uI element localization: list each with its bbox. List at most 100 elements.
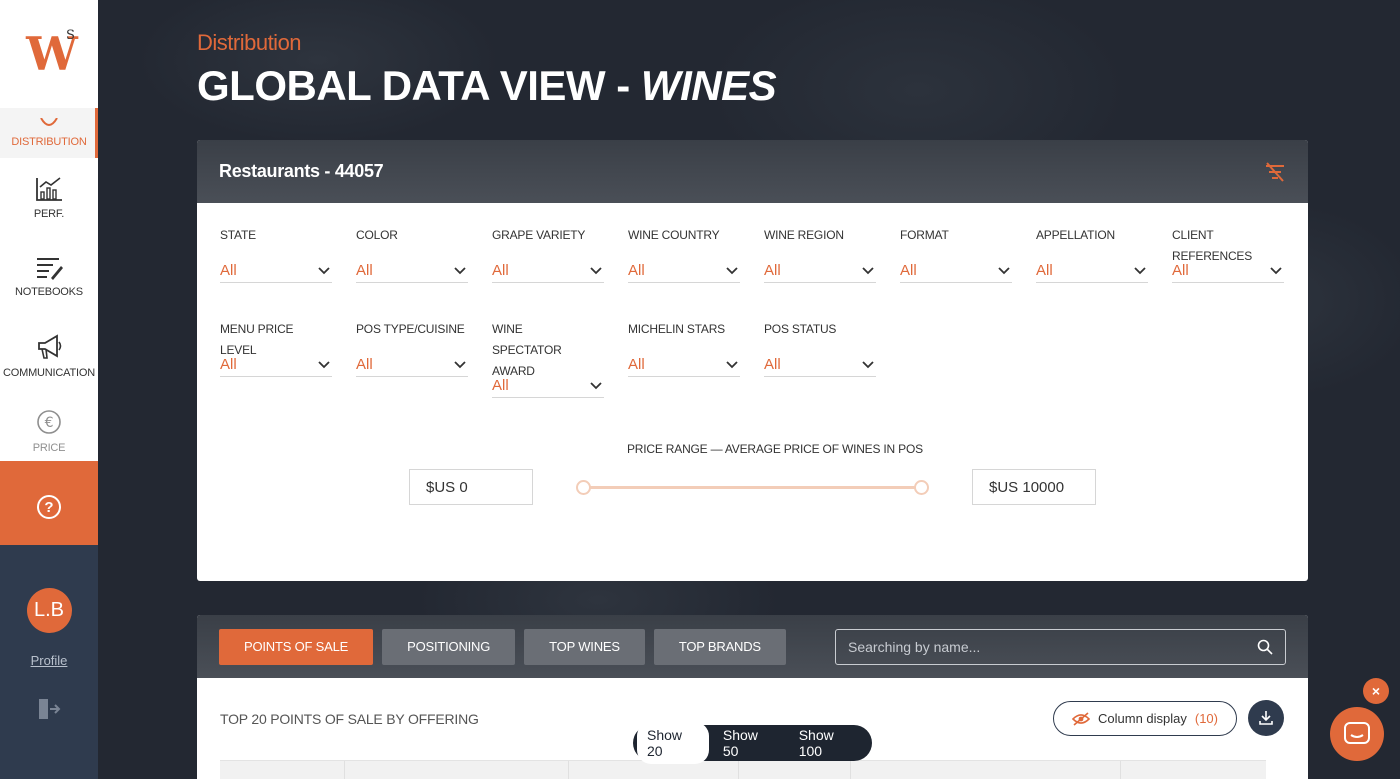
filter-value: All (220, 356, 237, 373)
tab-top-brands[interactable]: TOP BRANDS (653, 628, 786, 665)
filter-pos-type-cuisine: POS TYPE/CUISINE All (356, 319, 468, 377)
show-50-option[interactable]: Show 50 (713, 722, 785, 764)
price-slider-max-handle[interactable] (914, 480, 929, 495)
filter-label: STATE (220, 228, 256, 242)
filter-select[interactable]: All (356, 353, 468, 377)
chevron-down-icon (318, 266, 330, 274)
filter-color: COLOR All (356, 225, 468, 283)
price-range-label: PRICE RANGE — AVERAGE PRICE OF WINES IN … (627, 442, 923, 456)
filter-wine-country: WINE COUNTRY All (628, 225, 740, 283)
filter-select[interactable]: All (628, 353, 740, 377)
download-icon (1259, 711, 1273, 725)
logo-letter: W (26, 27, 78, 81)
sidebar-item-label: PRICE (32, 442, 66, 454)
search-box (835, 629, 1286, 665)
page-title-emphasis: WINES (640, 62, 777, 109)
filter-value: All (492, 377, 509, 394)
show-20-option[interactable]: Show 20 (637, 722, 709, 764)
filter-value: All (900, 262, 917, 279)
page-title: GLOBAL DATA VIEW - WINES (197, 62, 777, 110)
table-column-divider (568, 761, 569, 779)
price-max-input[interactable]: $US 10000 (972, 469, 1096, 505)
filter-michelin-stars: MICHELIN STARS All (628, 319, 740, 377)
column-display-count: (10) (1194, 711, 1218, 726)
filter-select[interactable]: All (900, 259, 1012, 283)
filter-label: WINE REGION (764, 228, 844, 242)
chat-close-button[interactable]: × (1363, 678, 1389, 704)
filter-label: WINE COUNTRY (628, 228, 720, 242)
sidebar-item-notebooks[interactable]: NOTEBOOKS (0, 237, 98, 316)
help-button[interactable]: ? (0, 461, 98, 553)
filter-value: All (764, 356, 781, 373)
sidebar-item-label: PERF. (33, 207, 65, 220)
price-slider-min-handle[interactable] (576, 480, 591, 495)
brand-logo[interactable]: W S (0, 0, 98, 108)
tab-points-of-sale[interactable]: POINTS OF SALE (219, 628, 374, 665)
table-column-divider (344, 761, 345, 779)
profile-link[interactable]: Profile (31, 653, 68, 668)
filter-client-references: CLIENT REFERENCES All (1172, 225, 1284, 283)
chevron-down-icon (318, 360, 330, 368)
logo-superscript: S (66, 28, 75, 43)
chevron-down-icon (726, 266, 738, 274)
filter-label: MICHELIN STARS (628, 322, 725, 336)
results-tabs-bar: POINTS OF SALE POSITIONING TOP WINES TOP… (197, 615, 1308, 678)
column-display-label: Column display (1098, 711, 1187, 726)
logout-icon[interactable] (37, 698, 61, 720)
tab-top-wines[interactable]: TOP WINES (524, 628, 645, 665)
filter-label: COLOR (356, 228, 398, 242)
sidebar-item-perf[interactable]: PERF. (0, 158, 98, 237)
chevron-down-icon (1270, 266, 1282, 274)
filter-select[interactable]: All (492, 374, 604, 398)
tab-positioning[interactable]: POSITIONING (382, 628, 516, 665)
eye-off-icon (1072, 711, 1090, 726)
clear-filter-icon[interactable] (1264, 161, 1286, 182)
chevron-down-icon (454, 266, 466, 274)
filter-value: All (764, 262, 781, 279)
price-slider-track[interactable] (583, 486, 921, 489)
filter-select[interactable]: All (220, 259, 332, 283)
download-button[interactable] (1248, 700, 1284, 736)
sidebar-item-distribution[interactable]: DISTRIBUTION (0, 108, 98, 158)
filter-select[interactable]: All (220, 353, 332, 377)
filter-value: All (220, 262, 237, 279)
chevron-down-icon (726, 360, 738, 368)
chevron-down-icon (862, 266, 874, 274)
filter-appellation: APPELLATION All (1036, 225, 1148, 283)
sidebar-item-label: DISTRIBUTION (11, 136, 87, 148)
filter-select[interactable]: All (764, 259, 876, 283)
chevron-down-icon (1134, 266, 1146, 274)
filter-label: POS STATUS (764, 322, 837, 336)
chevron-down-icon (862, 360, 874, 368)
show-100-option[interactable]: Show 100 (789, 722, 868, 764)
search-icon[interactable] (1257, 639, 1273, 655)
chevron-down-icon (998, 266, 1010, 274)
filter-select[interactable]: All (492, 259, 604, 283)
filter-value: All (628, 356, 645, 373)
filter-pos-status: POS STATUS All (764, 319, 876, 377)
chat-launcher-button[interactable] (1330, 707, 1384, 761)
column-display-button[interactable]: Column display (10) (1053, 701, 1237, 736)
notebook-icon (37, 257, 63, 280)
filter-grape-variety: GRAPE VARIETY All (492, 225, 604, 283)
avatar[interactable]: L.B (26, 588, 72, 633)
filter-select[interactable]: All (356, 259, 468, 283)
chevron-down-icon (590, 266, 602, 274)
filter-state: STATE All (220, 225, 332, 283)
sidebar-item-price[interactable]: € PRICE (0, 395, 98, 467)
filter-select[interactable]: All (1036, 259, 1148, 283)
page-size-toggle: Show 20 Show 50 Show 100 (633, 722, 872, 764)
filter-select[interactable]: All (628, 259, 740, 283)
filter-menu-price-level: MENU PRICE LEVEL All (220, 319, 332, 377)
table-column-divider (1120, 761, 1121, 779)
chevron-down-icon (590, 381, 602, 389)
price-min-input[interactable]: $US 0 (409, 469, 533, 505)
filter-select[interactable]: All (1172, 259, 1284, 283)
chevron-down-icon (454, 360, 466, 368)
filter-value: All (356, 262, 373, 279)
filter-format: FORMAT All (900, 225, 1012, 283)
filter-select[interactable]: All (764, 353, 876, 377)
question-icon: ? (37, 495, 61, 519)
sidebar-item-communication[interactable]: COMMUNICATION (0, 316, 98, 395)
search-input[interactable] (848, 639, 1228, 655)
